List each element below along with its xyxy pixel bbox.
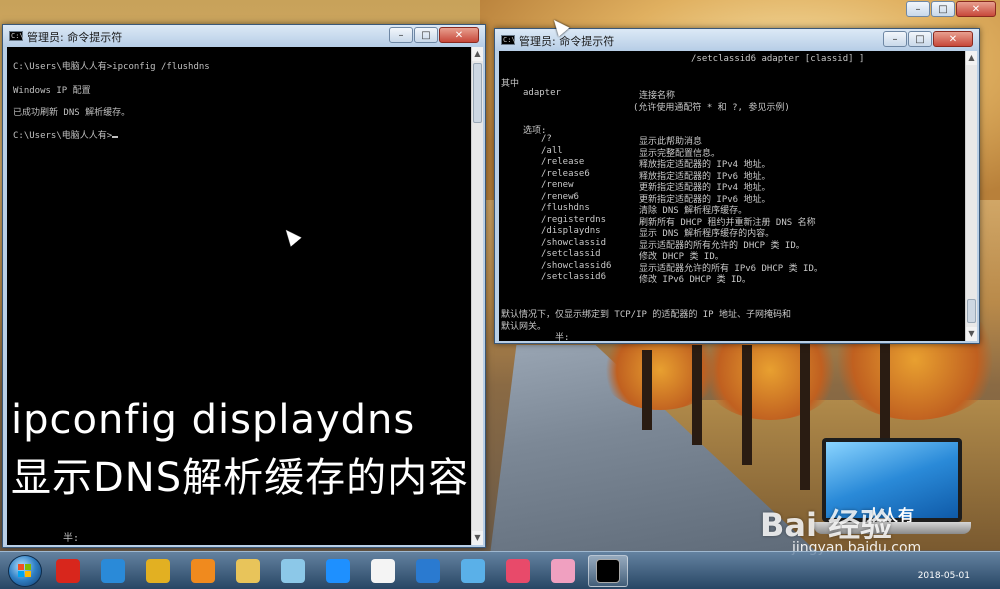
option-flag: /setclassid bbox=[541, 249, 601, 259]
left-close-button[interactable]: ✕ bbox=[439, 27, 479, 43]
taskbar-app-tool-button[interactable] bbox=[453, 555, 493, 587]
wallpaper-tree bbox=[642, 350, 652, 430]
option-flag: /showclassid bbox=[541, 237, 607, 248]
left-cmd-window[interactable]: C:\ 管理员: 命令提示符 – □ ✕ C:\Users\电脑人人有>ipco… bbox=[2, 24, 486, 548]
taskbar-app-ie-icon bbox=[101, 559, 125, 583]
taskbar-app-ie-button[interactable] bbox=[93, 555, 133, 587]
option-flag: /release bbox=[541, 157, 585, 167]
taskbar-app-browser-button[interactable] bbox=[318, 555, 358, 587]
left-scroll-thumb[interactable] bbox=[473, 63, 482, 123]
option-flag: /renew bbox=[541, 180, 574, 190]
taskbar-app-cmd-button[interactable] bbox=[588, 555, 628, 587]
taskbar-app-paint-button[interactable] bbox=[498, 555, 538, 587]
option-flag: /registerdns bbox=[541, 214, 607, 225]
bg-maximize-button[interactable]: □ bbox=[931, 1, 955, 17]
right-scroll-thumb[interactable] bbox=[967, 299, 976, 323]
taskbar-app-360-button[interactable] bbox=[48, 555, 88, 587]
taskbar-app-explorer-icon bbox=[236, 559, 260, 583]
bg-close-button[interactable]: ✕ bbox=[956, 1, 996, 17]
wallpaper-tree bbox=[800, 340, 810, 490]
windows-logo-icon bbox=[18, 564, 31, 577]
taskbar-app-cmd-icon bbox=[596, 559, 620, 583]
right-minimize-button[interactable]: – bbox=[883, 31, 907, 47]
taskbar-app-tool-icon bbox=[461, 559, 485, 583]
option-flag: /renew6 bbox=[541, 191, 579, 202]
taskbar-app-remote-icon bbox=[416, 559, 440, 583]
option-flag: /displaydns bbox=[541, 226, 601, 236]
right-window-title: 管理员: 命令提示符 bbox=[519, 35, 615, 48]
scroll-down-arrow-icon[interactable]: ▼ bbox=[966, 327, 977, 341]
left-console[interactable]: C:\Users\电脑人人有>ipconfig /flushdns Window… bbox=[7, 47, 471, 545]
taskbar-app-media-icon bbox=[191, 559, 215, 583]
option-flag: /showclassid6 bbox=[541, 260, 612, 271]
console-line: /setclassid6 adapter [classid] ] bbox=[691, 54, 865, 64]
console-line: (允许使用通配符 * 和 ?, 参见示例) bbox=[633, 103, 790, 113]
option-flag: /setclassid6 bbox=[541, 272, 607, 282]
text-cursor bbox=[112, 136, 119, 138]
scroll-up-arrow-icon[interactable]: ▲ bbox=[472, 47, 483, 61]
background-window-buttons: – □ ✕ bbox=[900, 0, 1000, 20]
option-flag: /all bbox=[541, 145, 563, 156]
taskbar-app-qq-icon bbox=[551, 559, 575, 583]
cmd-icon: C:\ bbox=[9, 31, 24, 41]
option-desc: 修改 IPv6 DHCP 类 ID。 bbox=[639, 275, 751, 285]
taskbar-clock-date: 2018-05-01 bbox=[917, 571, 970, 581]
right-scrollbar[interactable]: ▲ ▼ bbox=[965, 51, 977, 341]
wallpaper-tree bbox=[692, 345, 702, 445]
left-maximize-button[interactable]: □ bbox=[414, 27, 438, 43]
right-close-button[interactable]: ✕ bbox=[933, 31, 973, 47]
right-cmd-window[interactable]: C:\ 管理员: 命令提示符 – □ ✕ /setclassid6 adapte… bbox=[494, 28, 980, 344]
console-line: Windows IP 配置 bbox=[13, 86, 91, 96]
start-button[interactable] bbox=[8, 555, 42, 587]
taskbar-app-folder-icon bbox=[281, 559, 305, 583]
prompt-text: C:\Users\电脑人人有> bbox=[13, 131, 113, 141]
wallpaper-tree bbox=[880, 340, 890, 440]
console-prompt: C:\Users\电脑人人有> bbox=[13, 128, 119, 141]
taskbar-app-paint-icon bbox=[506, 559, 530, 583]
console-line: 已成功刷新 DNS 解析缓存。 bbox=[13, 108, 131, 118]
option-flag: /flushdns bbox=[541, 203, 590, 213]
option-flag: /release6 bbox=[541, 168, 590, 179]
taskbar-app-doc-button[interactable] bbox=[363, 555, 403, 587]
ime-status: 半: bbox=[555, 333, 570, 341]
right-maximize-button[interactable]: □ bbox=[908, 31, 932, 47]
console-line: adapter bbox=[523, 88, 561, 98]
left-minimize-button[interactable]: – bbox=[389, 27, 413, 43]
right-console[interactable]: /setclassid6 adapter [classid] ] 其中 adap… bbox=[499, 51, 965, 341]
taskbar-app-explorer-button[interactable] bbox=[228, 555, 268, 587]
taskbar-app-media-button[interactable] bbox=[183, 555, 223, 587]
ime-status: 半: bbox=[63, 533, 80, 544]
taskbar-app-doc-icon bbox=[371, 559, 395, 583]
taskbar-app-browser-icon bbox=[326, 559, 350, 583]
taskbar-app-remote-button[interactable] bbox=[408, 555, 448, 587]
console-line: 其中 bbox=[501, 79, 520, 89]
scroll-up-arrow-icon[interactable]: ▲ bbox=[966, 51, 977, 65]
taskbar-app-qq-button[interactable] bbox=[543, 555, 583, 587]
taskbar-app-chrome-button[interactable] bbox=[138, 555, 178, 587]
taskbar-app-360-icon bbox=[56, 559, 80, 583]
taskbar-app-chrome-icon bbox=[146, 559, 170, 583]
left-titlebar[interactable]: C:\ 管理员: 命令提示符 – □ ✕ bbox=[3, 25, 485, 47]
option-flag: /? bbox=[541, 134, 552, 144]
console-line: C:\Users\电脑人人有>ipconfig /flushdns bbox=[13, 62, 210, 72]
taskbar: 2018-05-01 bbox=[0, 551, 1000, 589]
right-titlebar[interactable]: C:\ 管理员: 命令提示符 – □ ✕ bbox=[495, 29, 979, 51]
overlay-description: 显示DNS解析缓存的内容 bbox=[11, 455, 470, 501]
left-scrollbar[interactable]: ▲ ▼ bbox=[471, 47, 483, 545]
wallpaper-tree bbox=[742, 345, 752, 465]
bg-minimize-button[interactable]: – bbox=[906, 1, 930, 17]
taskbar-app-folder-button[interactable] bbox=[273, 555, 313, 587]
console-line: 默认网关。 bbox=[501, 322, 547, 332]
cmd-icon: C:\ bbox=[501, 35, 516, 45]
overlay-command: ipconfig displaydns bbox=[11, 397, 416, 443]
scroll-down-arrow-icon[interactable]: ▼ bbox=[472, 531, 483, 545]
left-window-title: 管理员: 命令提示符 bbox=[27, 31, 123, 44]
